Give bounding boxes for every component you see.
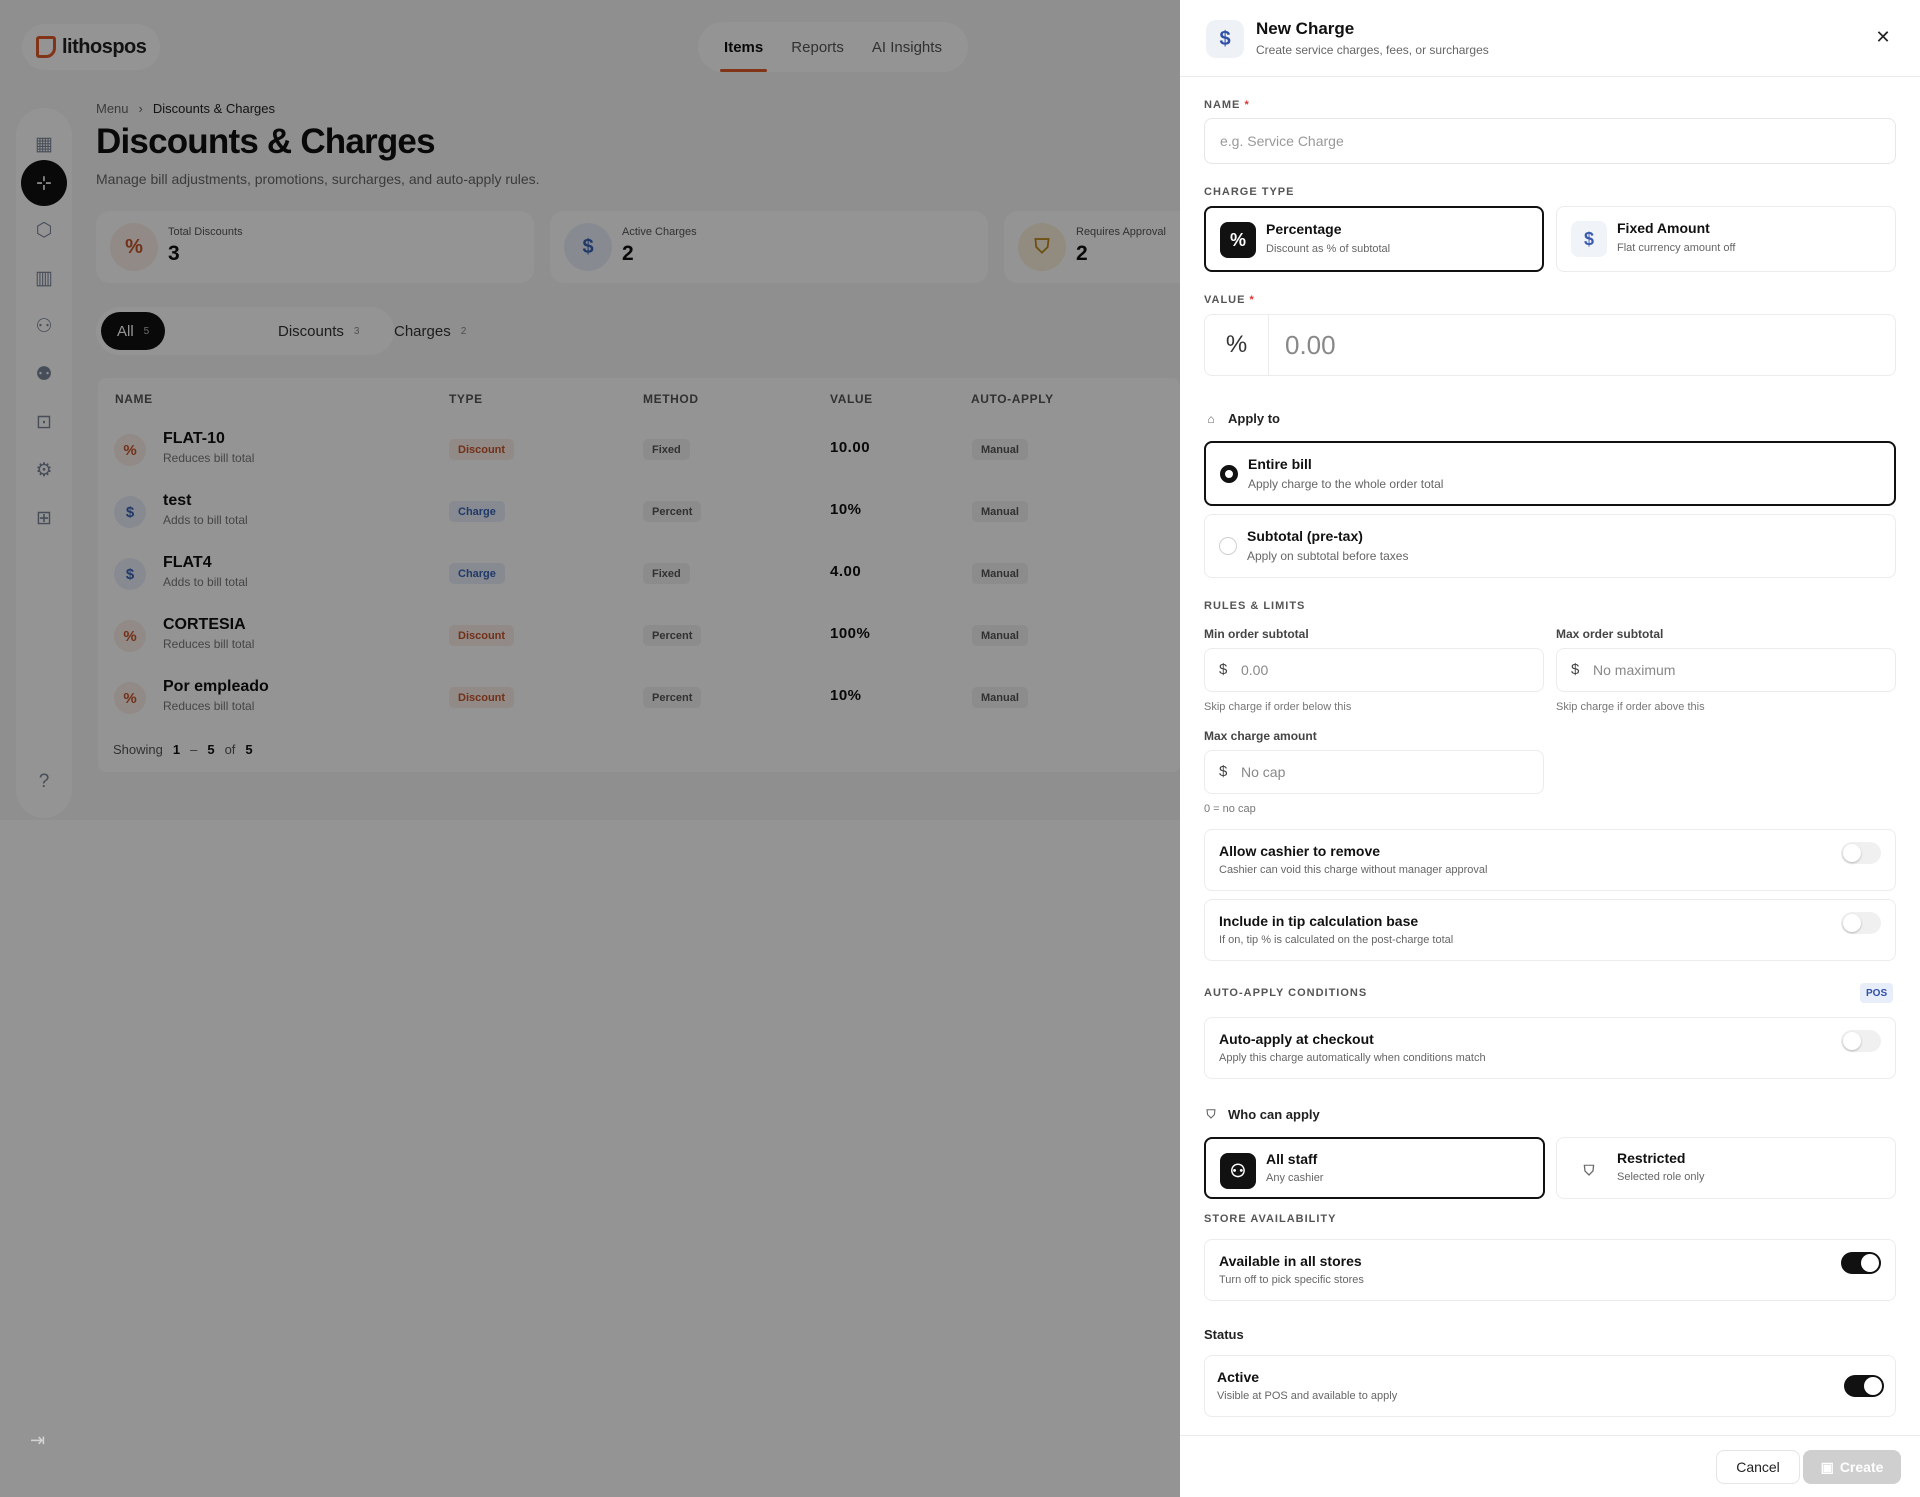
max-charge-field: $ [1204, 750, 1544, 794]
cancel-button[interactable]: Cancel [1716, 1450, 1800, 1484]
dollar-icon: $ [1206, 20, 1244, 58]
dollar-icon: $ [1571, 221, 1607, 257]
auto-apply-card: Auto-apply at checkout Apply this charge… [1204, 1017, 1896, 1079]
required-mark: * [1249, 294, 1255, 306]
value-field: % [1204, 314, 1896, 376]
toggle-subtitle: If on, tip % is calculated on the post-c… [1219, 934, 1454, 946]
who-option-all-staff[interactable]: ⚇ All staff Any cashier [1204, 1137, 1545, 1199]
who-can-apply-label: Who can apply [1228, 1107, 1320, 1122]
tag-icon: ⌂ [1207, 411, 1215, 426]
max-order-field: $ [1556, 648, 1896, 692]
close-button[interactable]: ✕ [1870, 24, 1896, 50]
option-subtitle: Apply charge to the whole order total [1248, 477, 1444, 491]
allow-cashier-remove-card: Allow cashier to remove Cashier can void… [1204, 829, 1896, 891]
tip-calculation-toggle[interactable] [1841, 912, 1881, 934]
min-order-label: Min order subtotal [1204, 627, 1309, 641]
radio-button[interactable] [1220, 465, 1238, 483]
name-input[interactable] [1204, 118, 1896, 164]
card-subtitle: Any cashier [1266, 1172, 1324, 1184]
card-subtitle: Flat currency amount off [1617, 242, 1736, 254]
store-availability-label: STORE AVAILABILITY [1204, 1213, 1337, 1225]
card-subtitle: Selected role only [1617, 1171, 1705, 1183]
divider [1180, 76, 1920, 77]
drawer-subtitle: Create service charges, fees, or surchar… [1256, 43, 1489, 57]
allow-cashier-remove-toggle[interactable] [1841, 842, 1881, 864]
create-label: Create [1839, 1459, 1884, 1475]
card-title: Restricted [1617, 1150, 1686, 1166]
currency-prefix: $ [1219, 763, 1228, 780]
card-title: Percentage [1266, 221, 1342, 237]
toggle-title: Active [1217, 1369, 1260, 1385]
min-order-hint: Skip charge if order below this [1204, 701, 1352, 713]
toggle-subtitle: Cashier can void this charge without man… [1219, 864, 1488, 876]
toggle-title: Auto-apply at checkout [1219, 1031, 1374, 1047]
status-toggle[interactable] [1844, 1375, 1884, 1397]
max-charge-hint: 0 = no cap [1204, 803, 1256, 815]
toggle-title: Allow cashier to remove [1219, 843, 1381, 859]
option-subtitle: Apply on subtotal before taxes [1247, 549, 1409, 563]
required-mark: * [1244, 99, 1250, 111]
apply-to-label: Apply to [1228, 411, 1280, 426]
shield-icon: ⛉ [1583, 1161, 1595, 1178]
min-order-input[interactable] [1237, 649, 1537, 691]
percent-prefix: % [1205, 315, 1269, 375]
status-card: Active Visible at POS and available to a… [1204, 1355, 1896, 1417]
modal-backdrop[interactable]: ⇥ [0, 0, 1180, 1497]
card-subtitle: Discount as % of subtotal [1266, 243, 1391, 255]
name-label-text: NAME [1204, 99, 1241, 111]
apply-to-heading: ⌂ Apply to [1204, 411, 1280, 426]
value-label-text: VALUE [1204, 294, 1246, 306]
store-availability-toggle[interactable] [1841, 1252, 1881, 1274]
card-title: Fixed Amount [1617, 220, 1710, 236]
auto-apply-label: AUTO-APPLY CONDITIONS [1204, 987, 1368, 999]
max-charge-label: Max charge amount [1204, 729, 1317, 743]
card-title: All staff [1266, 1151, 1318, 1167]
value-label: VALUE * [1204, 294, 1255, 306]
rules-label: RULES & LIMITS [1204, 600, 1306, 612]
toggle-subtitle: Turn off to pick specific stores [1219, 1274, 1364, 1286]
option-title: Entire bill [1248, 456, 1312, 472]
save-icon: ▣ [1820, 1458, 1834, 1475]
name-label: NAME * [1204, 99, 1250, 111]
pos-badge: POS [1860, 983, 1894, 1003]
max-charge-input[interactable] [1237, 751, 1537, 793]
shield-icon: ⛉ [1206, 1107, 1216, 1121]
toggle-subtitle: Apply this charge automatically when con… [1219, 1052, 1486, 1064]
radio-button[interactable] [1219, 537, 1237, 555]
create-button[interactable]: ▣ Create [1803, 1450, 1901, 1484]
value-input[interactable] [1269, 315, 1895, 375]
who-option-restricted[interactable]: ⛉ Restricted Selected role only [1556, 1137, 1896, 1199]
auto-apply-toggle[interactable] [1841, 1030, 1881, 1052]
toggle-title: Include in tip calculation base [1219, 913, 1419, 929]
max-order-input[interactable] [1589, 649, 1889, 691]
new-charge-drawer: $ New Charge Create service charges, fee… [1180, 0, 1920, 1497]
apply-option-subtotal[interactable]: Subtotal (pre-tax) Apply on subtotal bef… [1204, 514, 1896, 578]
store-availability-card: Available in all stores Turn off to pick… [1204, 1239, 1896, 1301]
toggle-subtitle: Visible at POS and available to apply [1217, 1390, 1398, 1402]
option-title: Subtotal (pre-tax) [1247, 528, 1363, 544]
currency-prefix: $ [1571, 661, 1580, 678]
logout-icon[interactable]: ⇥ [30, 1430, 45, 1451]
who-can-apply-heading: ⛉ Who can apply [1204, 1107, 1320, 1122]
charge-type-percentage[interactable]: % Percentage Discount as % of subtotal [1204, 206, 1544, 272]
users-icon: ⚇ [1220, 1153, 1256, 1189]
charge-type-label: CHARGE TYPE [1204, 186, 1295, 198]
close-icon: ✕ [1875, 26, 1891, 47]
tip-calculation-card: Include in tip calculation base If on, t… [1204, 899, 1896, 961]
drawer-title: New Charge [1256, 19, 1355, 38]
min-order-field: $ [1204, 648, 1544, 692]
status-label: Status [1204, 1327, 1244, 1342]
divider [1180, 1435, 1920, 1436]
percent-icon: % [1220, 222, 1256, 258]
max-order-label: Max order subtotal [1556, 627, 1664, 641]
charge-type-fixed-amount[interactable]: $ Fixed Amount Flat currency amount off [1556, 206, 1896, 272]
currency-prefix: $ [1219, 661, 1228, 678]
max-order-hint: Skip charge if order above this [1556, 701, 1705, 713]
apply-option-entire-bill[interactable]: Entire bill Apply charge to the whole or… [1204, 441, 1896, 506]
toggle-title: Available in all stores [1219, 1253, 1362, 1269]
